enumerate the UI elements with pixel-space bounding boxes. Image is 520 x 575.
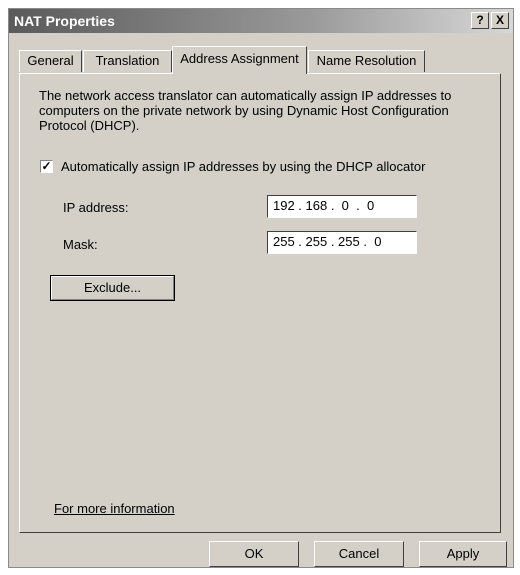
exclude-button[interactable]: Exclude... [50, 275, 175, 301]
ip-address-label: IP address: [63, 200, 129, 215]
mask-label: Mask: [63, 237, 98, 252]
more-information-link[interactable]: For more information [54, 501, 175, 516]
ok-button[interactable]: OK [209, 541, 299, 567]
cancel-button[interactable]: Cancel [314, 541, 404, 567]
close-button[interactable]: X [491, 12, 509, 29]
dialog-buttons: OK Cancel Apply [9, 539, 513, 569]
mask-field[interactable]: 255 . 255 . 255 . 0 [267, 231, 417, 254]
nat-properties-dialog: NAT Properties ? X General Translation A… [8, 8, 514, 568]
tab-general[interactable]: General [19, 50, 82, 72]
tab-translation[interactable]: Translation [83, 50, 172, 72]
tab-name-resolution[interactable]: Name Resolution [308, 50, 425, 72]
title-bar[interactable]: NAT Properties ? X [9, 9, 513, 33]
window-title: NAT Properties [14, 13, 115, 29]
dhcp-allocator-checkbox[interactable]: ✓ [40, 160, 53, 173]
apply-button[interactable]: Apply [419, 541, 507, 567]
tab-strip: General Translation Address Assignment N… [19, 46, 509, 74]
description-text: The network access translator can automa… [39, 88, 452, 133]
address-assignment-panel: The network access translator can automa… [19, 73, 501, 533]
ip-address-field[interactable]: 192 . 168 . 0 . 0 [267, 195, 417, 218]
dhcp-allocator-label[interactable]: Automatically assign IP addresses by usi… [61, 159, 425, 174]
exclude-button-label: Exclude... [83, 280, 142, 295]
tab-address-assignment[interactable]: Address Assignment [172, 46, 307, 74]
help-button[interactable]: ? [471, 12, 489, 29]
